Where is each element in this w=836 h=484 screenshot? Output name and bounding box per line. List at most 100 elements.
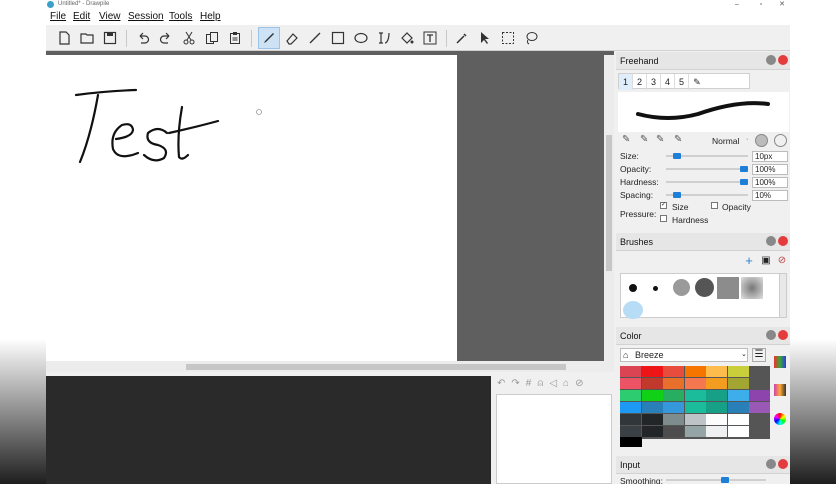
- vertical-scrollbar[interactable]: [604, 55, 614, 361]
- close-panel-icon[interactable]: [778, 236, 788, 246]
- chat-area[interactable]: [46, 376, 491, 484]
- float-icon[interactable]: [766, 459, 776, 469]
- color-swatch[interactable]: [620, 426, 641, 437]
- close-button[interactable]: ✕: [773, 0, 790, 10]
- menu-edit[interactable]: Edit: [73, 11, 90, 22]
- save-brush-icon[interactable]: ▣: [759, 255, 773, 269]
- blend-mode-select[interactable]: Normal: [712, 136, 739, 146]
- color-swatch[interactable]: [706, 414, 727, 425]
- brush-preset[interactable]: [695, 278, 714, 297]
- color-swatch[interactable]: [641, 378, 663, 389]
- fill-icon[interactable]: [396, 27, 418, 49]
- color-swatch[interactable]: [663, 426, 684, 437]
- color-swatch[interactable]: [663, 366, 684, 377]
- menu-tools[interactable]: Tools: [169, 11, 192, 22]
- grid-icon[interactable]: #: [526, 378, 532, 389]
- color-swatch[interactable]: [727, 390, 749, 401]
- redo-small-icon[interactable]: ↷: [511, 378, 519, 389]
- brush-preset[interactable]: [741, 277, 763, 299]
- open-icon[interactable]: [76, 27, 98, 49]
- add-brush-icon[interactable]: +: [742, 254, 756, 269]
- save-icon[interactable]: [99, 27, 121, 49]
- smudge-brush-icon[interactable]: ✎: [674, 134, 682, 145]
- rect-select-icon[interactable]: [497, 27, 519, 49]
- float-icon[interactable]: [766, 236, 776, 246]
- color-swatch[interactable]: [727, 426, 749, 437]
- maximize-button[interactable]: ▫: [752, 0, 770, 10]
- color-swatch[interactable]: [663, 414, 684, 425]
- pressure-hardness-checkbox[interactable]: [660, 215, 667, 222]
- color-swatch[interactable]: [663, 378, 684, 389]
- color-picker-icon[interactable]: [451, 27, 473, 49]
- brush-preset[interactable]: [673, 279, 690, 296]
- color-swatch[interactable]: [727, 366, 749, 377]
- color-swatch[interactable]: [620, 390, 641, 401]
- color-swatch[interactable]: [749, 426, 770, 437]
- brush-slot-3[interactable]: 3: [647, 74, 661, 90]
- line-icon[interactable]: [304, 27, 326, 49]
- brush-slot-2[interactable]: 2: [633, 74, 647, 90]
- size-spinbox[interactable]: 10px: [752, 151, 788, 162]
- color-swatch[interactable]: [684, 402, 706, 413]
- color-swatch[interactable]: [684, 426, 706, 437]
- watercolor-brush-icon[interactable]: ✎: [656, 134, 664, 145]
- menu-view[interactable]: View: [99, 11, 121, 22]
- minimize-button[interactable]: –: [728, 0, 746, 10]
- color-swatch[interactable]: [620, 366, 641, 377]
- color-swatch[interactable]: [684, 378, 706, 389]
- alpha-lock-icon[interactable]: [774, 134, 787, 147]
- brush-preset-selected[interactable]: [623, 301, 643, 319]
- soft-brush-icon[interactable]: ✎: [640, 134, 648, 145]
- text-icon[interactable]: [419, 27, 441, 49]
- palette-view-icon[interactable]: [774, 356, 786, 368]
- user-icon[interactable]: ⍝: [537, 378, 543, 389]
- color-swatch[interactable]: [641, 390, 663, 401]
- color-swatch[interactable]: [706, 366, 727, 377]
- color-swatch[interactable]: [641, 366, 663, 377]
- delete-brush-icon[interactable]: ⊘: [775, 255, 789, 269]
- undo-icon[interactable]: [132, 27, 154, 49]
- slider-knob[interactable]: [673, 192, 681, 198]
- current-color-swatch[interactable]: [620, 437, 642, 447]
- brush-slot-4[interactable]: 4: [661, 74, 675, 90]
- deny-icon[interactable]: ⊘: [575, 378, 583, 389]
- new-icon[interactable]: [53, 27, 75, 49]
- palette-select[interactable]: ⌂ Breeze ⌄: [620, 348, 748, 362]
- color-wheel-icon[interactable]: [774, 413, 786, 425]
- color-swatch[interactable]: [684, 366, 706, 377]
- brush-preset[interactable]: [629, 284, 637, 292]
- brush-preset[interactable]: [653, 286, 658, 291]
- lock-icon[interactable]: ⌂: [563, 378, 569, 389]
- audio-icon[interactable]: ◁: [549, 378, 557, 389]
- select-arrow-icon[interactable]: [474, 27, 496, 49]
- color-swatch[interactable]: [706, 402, 727, 413]
- size-slider[interactable]: [666, 153, 748, 159]
- color-swatch[interactable]: [706, 378, 727, 389]
- opacity-slider[interactable]: [666, 166, 748, 172]
- color-swatch[interactable]: [684, 390, 706, 401]
- redo-icon[interactable]: [155, 27, 177, 49]
- undo-small-icon[interactable]: ↶: [497, 378, 505, 389]
- hardness-spinbox[interactable]: 100%: [752, 177, 788, 188]
- pressure-opacity-checkbox[interactable]: [711, 202, 718, 209]
- color-swatch[interactable]: [684, 414, 706, 425]
- color-swatch[interactable]: [620, 402, 641, 413]
- float-icon[interactable]: [766, 55, 776, 65]
- bezier-icon[interactable]: [373, 27, 395, 49]
- scrollbar-thumb[interactable]: [606, 135, 612, 271]
- color-swatch[interactable]: [749, 378, 770, 389]
- color-swatch[interactable]: [663, 402, 684, 413]
- palette-menu-icon[interactable]: ☰: [752, 348, 766, 362]
- color-swatch[interactable]: [727, 414, 749, 425]
- freehand-icon[interactable]: [258, 27, 280, 49]
- color-swatch[interactable]: [641, 426, 663, 437]
- color-swatch[interactable]: [749, 366, 770, 377]
- paste-icon[interactable]: [224, 27, 246, 49]
- canvas-area[interactable]: [46, 51, 614, 363]
- pixel-brush-icon[interactable]: ✎: [622, 134, 630, 145]
- opacity-spinbox[interactable]: 100%: [752, 164, 788, 175]
- color-swatch[interactable]: [641, 402, 663, 413]
- brush-slot-1[interactable]: 1: [619, 74, 633, 90]
- menu-file[interactable]: File: [50, 11, 66, 22]
- menu-session[interactable]: Session: [128, 11, 164, 22]
